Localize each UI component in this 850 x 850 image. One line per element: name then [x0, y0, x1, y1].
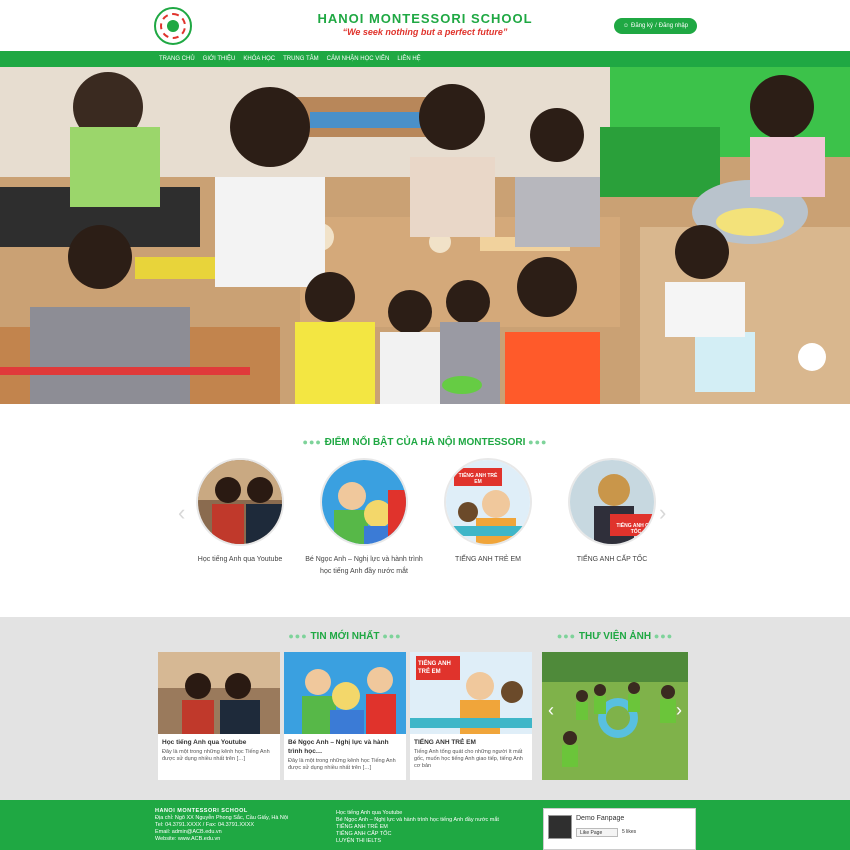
highlight-item[interactable]: TIẾNG ANH CẤP TỐC TIẾNG ANH CẤP TỐC — [552, 458, 672, 566]
news-card-overlay: TIẾNG ANH TRẺ EM — [418, 661, 451, 675]
gallery-image[interactable] — [542, 652, 688, 780]
highlights-title: ●●● ĐIỂM NỔI BẬT CỦA HÀ NỘI MONTESSORI ●… — [302, 437, 548, 448]
school-name: HANOI MONTESSORI SCHOOL — [317, 11, 533, 26]
footer-website[interactable]: Website: www.ACB.edu.vn — [155, 836, 288, 843]
fanpage-likes: 5 likes — [622, 829, 637, 835]
highlight-image[interactable] — [320, 458, 408, 546]
highlight-overlay: TIẾNG ANH TRẺ EM — [458, 473, 498, 485]
page: HANOI MONTESSORI SCHOOL “We seek nothing… — [0, 0, 850, 850]
news-card-image[interactable]: TIẾNG ANH TRẺ EM — [410, 652, 532, 734]
highlight-caption[interactable]: TIẾNG ANH CẤP TỐC — [552, 554, 672, 566]
gallery-prev-icon[interactable]: ‹ — [548, 700, 554, 721]
highlight-item[interactable]: Bé Ngọc Anh – Nghị lực và hành trình học… — [304, 458, 424, 578]
news-title-text: TIN MỚI NHẤT — [310, 631, 380, 642]
fanpage-avatar[interactable] — [548, 815, 572, 839]
fanpage-name[interactable]: Demo Fanpage — [576, 815, 624, 822]
news-card[interactable]: TIẾNG ANH TRẺ EM TIẾNG ANH TRẺ EM Tiếng … — [410, 652, 532, 780]
highlight-image[interactable] — [196, 458, 284, 546]
highlight-item[interactable]: Học tiếng Anh qua Youtube — [180, 458, 300, 566]
highlight-caption[interactable]: TIẾNG ANH TRẺ EM — [428, 554, 548, 566]
news-card-desc: Đây là một trong những kênh học Tiếng An… — [162, 749, 270, 762]
auth-separator: / — [655, 23, 657, 29]
footer-email[interactable]: Email: admin@ACB.edu.vn — [155, 829, 288, 836]
footer-link[interactable]: LUYỆN THI IELTS — [336, 838, 499, 845]
site-header: HANOI MONTESSORI SCHOOL “We seek nothing… — [0, 0, 850, 51]
news-card-desc: Đây là một trong những kênh học Tiếng An… — [288, 758, 396, 771]
gallery-title: ●●● THƯ VIỆN ẢNH ●●● — [556, 631, 674, 642]
news-card-title[interactable]: Bé Ngọc Anh – Nghị lực và hành trình học… — [284, 734, 406, 758]
login-link[interactable]: Đăng nhập — [659, 23, 688, 29]
nav-item-testimonials[interactable]: CẢM NHẬN HỌC VIÊN — [323, 56, 394, 62]
nav-item-contact[interactable]: LIÊN HỆ — [393, 56, 424, 62]
highlight-image[interactable]: TIẾNG ANH TRẺ EM — [444, 458, 532, 546]
footer-link[interactable]: TIẾNG ANH CẤP TỐC — [336, 831, 499, 838]
footer-address: Địa chỉ: Ngõ XX Nguyễn Phong Sắc, Cầu Gi… — [155, 815, 289, 821]
gallery-next-icon[interactable]: › — [676, 700, 682, 721]
user-icon: ☺ — [622, 23, 630, 29]
news-card-title[interactable]: Học tiếng Anh qua Youtube — [158, 734, 280, 749]
nav-item-about[interactable]: GIỚI THIỆU — [199, 56, 240, 62]
footer-phone: Tel: 04.3791.XXXX / Fax: 04.3791.XXXX — [155, 822, 255, 828]
main-nav: TRANG CHỦ GIỚI THIỆU KHÓA HỌC TRUNG TÂM … — [0, 51, 850, 67]
school-logo[interactable] — [154, 7, 192, 45]
highlight-caption[interactable]: Học tiếng Anh qua Youtube — [180, 554, 300, 566]
gallery-title-text: THƯ VIỆN ẢNH — [578, 631, 652, 642]
footer-contact: HANOI MONTESSORI SCHOOL Địa chỉ: Ngõ XX … — [155, 808, 288, 843]
news-card-desc: Tiếng Anh tổng quát cho những người ít m… — [414, 749, 523, 769]
hero-image — [0, 67, 850, 404]
hero-banner — [0, 67, 850, 404]
nav-item-courses[interactable]: KHÓA HỌC — [239, 56, 279, 62]
highlight-item[interactable]: TIẾNG ANH TRẺ EM TIẾNG ANH TRẺ EM — [428, 458, 548, 566]
news-title: ●●● TIN MỚI NHẤT ●●● — [288, 631, 402, 642]
news-card-title[interactable]: TIẾNG ANH TRẺ EM — [410, 734, 532, 749]
news-card[interactable]: Học tiếng Anh qua Youtube Đây là một tro… — [158, 652, 280, 780]
highlight-caption[interactable]: Bé Ngọc Anh – Nghị lực và hành trình học… — [304, 554, 424, 578]
footer-school-name: HANOI MONTESSORI SCHOOL — [155, 808, 248, 814]
highlight-overlay: TIẾNG ANH CẤP TỐC — [616, 523, 656, 535]
footer-links: Học tiếng Anh qua Youtube Bé Ngọc Anh – … — [336, 810, 499, 845]
footer-link[interactable]: TIẾNG ANH TRẺ EM — [336, 824, 499, 831]
school-tagline: “We seek nothing but a perfect future” — [342, 27, 508, 37]
footer-link[interactable]: Bé Ngọc Anh – Nghị lực và hành trình học… — [336, 817, 499, 824]
facebook-widget: Demo Fanpage Like Page 5 likes — [543, 808, 696, 850]
nav-item-home[interactable]: TRANG CHỦ — [155, 56, 199, 62]
gallery-slider[interactable] — [542, 652, 688, 780]
footer-link[interactable]: Học tiếng Anh qua Youtube — [336, 810, 499, 817]
news-card[interactable]: Bé Ngọc Anh – Nghị lực và hành trình học… — [284, 652, 406, 780]
news-card-image[interactable] — [158, 652, 280, 734]
news-card-image[interactable] — [284, 652, 406, 734]
register-link[interactable]: Đăng ký — [631, 23, 653, 29]
highlights-title-text: ĐIỂM NỔI BẬT CỦA HÀ NỘI MONTESSORI — [324, 437, 526, 448]
auth-button-group: ☺ Đăng ký / Đăng nhập — [614, 18, 697, 34]
highlight-image[interactable]: TIẾNG ANH CẤP TỐC — [568, 458, 656, 546]
nav-item-centers[interactable]: TRUNG TÂM — [279, 56, 323, 62]
like-page-button[interactable]: Like Page — [576, 828, 618, 837]
